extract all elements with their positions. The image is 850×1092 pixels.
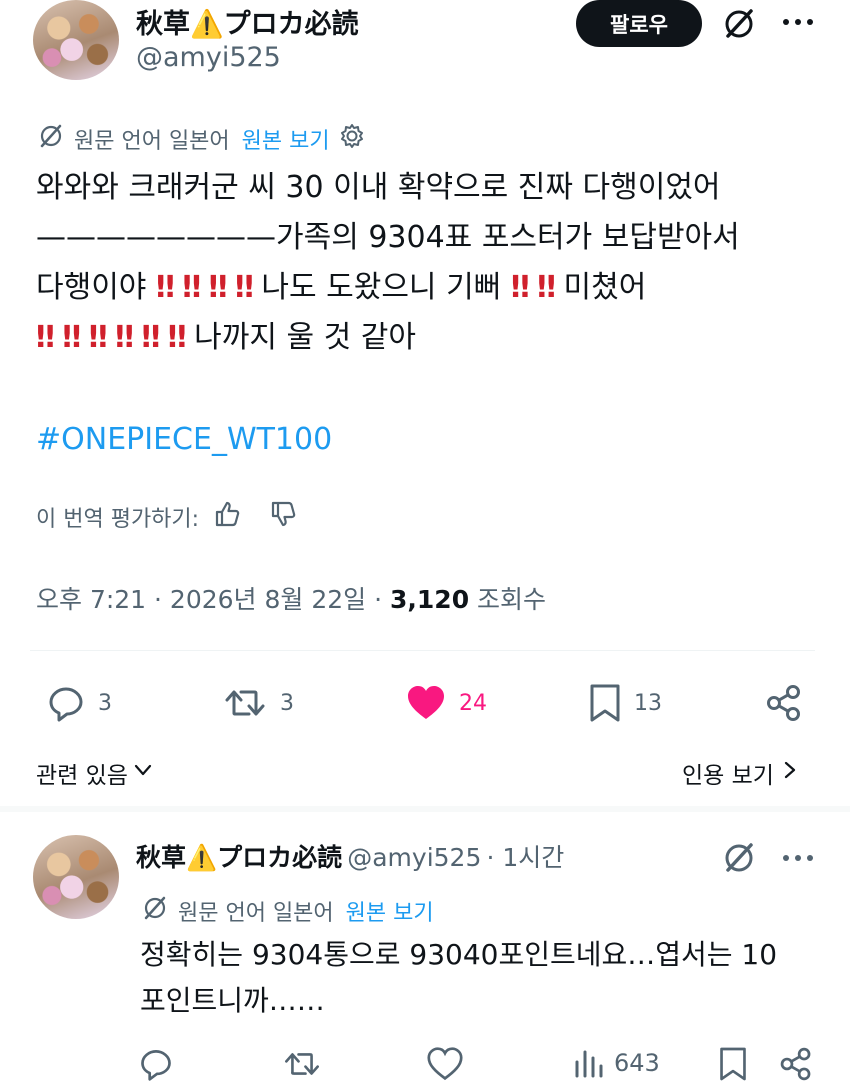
reply-text-line-2: 포인트니까…… [140,984,325,1017]
post-text-line-3: 다행이야 ‼ ‼ ‼ ‼ 나도 도왔으니 기뻐 ‼ ‼ 미쳤어 [36,270,647,305]
share-icon[interactable] [764,683,804,727]
reply-handle[interactable]: @amyi525 [347,843,481,872]
reply-bookmark-icon[interactable] [718,1046,748,1086]
handle[interactable]: @amyi525 [136,42,281,73]
reply-view-count: 643 [614,1049,660,1077]
post-text-line-1: 와와와 크래커군 씨 30 이내 확약으로 진짜 다행이었어 [36,170,721,205]
translate-icon [36,121,66,157]
reply-translate-icon [140,893,170,929]
analytics-icon [572,1046,606,1080]
view-original-link[interactable]: 원본 보기 [242,123,330,155]
thumbs-up-icon[interactable] [213,500,241,534]
translation-settings-icon[interactable] [338,122,366,156]
thumbs-down-icon[interactable] [269,500,297,534]
reply-translated-label: 원문 언어 일본어 [178,901,334,926]
reply-views[interactable]: 643 [572,1046,660,1080]
avatar[interactable] [33,0,119,80]
bookmark-button[interactable]: 13 [588,683,662,723]
reply-heart-icon[interactable] [426,1046,464,1086]
chevron-down-icon [132,759,154,787]
rate-translation-row: 이 번역 평가하기: [36,500,297,534]
bookmark-count: 13 [634,690,662,716]
post-text-line-4: ‼ ‼ ‼ ‼ ‼ ‼ 나까지 울 것 같아 [36,320,416,355]
reply-more-options-icon[interactable] [780,848,816,868]
reply-repost-icon[interactable] [282,1046,322,1086]
timestamp[interactable]: 오후 7:21 · 2026년 8월 22일 · [36,585,382,614]
reply-reply-icon[interactable] [138,1046,174,1086]
post-text-line-2: ————————가족의 9304표 포스터가 보답받아서 [36,220,740,255]
view-quotes-label: 인용 보기 [682,763,774,789]
repost-count: 3 [280,690,294,716]
post-meta: 오후 7:21 · 2026년 8월 22일 · 3,120 조회수 [36,580,546,616]
section-divider [0,806,850,812]
view-count: 3,120 [390,585,470,614]
display-name[interactable]: 秋草⚠️プロカ必読 [136,2,359,41]
view-quotes-link[interactable]: 인용 보기 [682,756,800,790]
reply-display-name[interactable]: 秋草⚠️プロカ必読 [136,843,342,872]
views-label: 조회수 [477,585,547,614]
related-label: 관련 있음 [36,763,128,789]
follow-button[interactable]: 팔로우 [576,0,702,47]
translation-row: 원문 언어 일본어 원본 보기 [36,121,366,157]
divider [30,650,815,651]
bookmark-icon [588,683,622,723]
reply-avatar[interactable] [33,835,119,919]
heart-icon [405,683,447,723]
reply-text-line-1: 정확히는 9304통으로 93040포인트네요…엽서는 10 [140,938,778,971]
reply-time[interactable]: · 1시간 [486,843,564,872]
related-toggle[interactable]: 관련 있음 [36,756,154,790]
repost-icon [222,683,268,723]
like-button[interactable]: 24 [405,683,487,723]
reply-view-original-link[interactable]: 원본 보기 [346,895,434,927]
reply-translation-row: 원문 언어 일본어 원본 보기 [140,893,434,929]
translated-label: 원문 언어 일본어 [74,129,230,154]
grok-icon[interactable] [720,5,758,43]
hashtag-link[interactable]: #ONEPIECE_WT100 [36,422,332,457]
reply-icon [46,683,86,723]
reply-grok-icon[interactable] [720,839,758,877]
reply-share-icon[interactable] [778,1046,814,1086]
repost-button[interactable]: 3 [222,683,294,723]
reply-count: 3 [98,690,112,716]
chevron-right-icon [778,759,800,787]
more-options-icon[interactable] [780,12,816,32]
rate-translation-label: 이 번역 평가하기: [36,507,200,532]
reply-header: 秋草⚠️プロカ必読 @amyi525 · 1시간 [136,838,564,874]
reply-button[interactable]: 3 [46,683,112,723]
like-count: 24 [459,690,487,716]
